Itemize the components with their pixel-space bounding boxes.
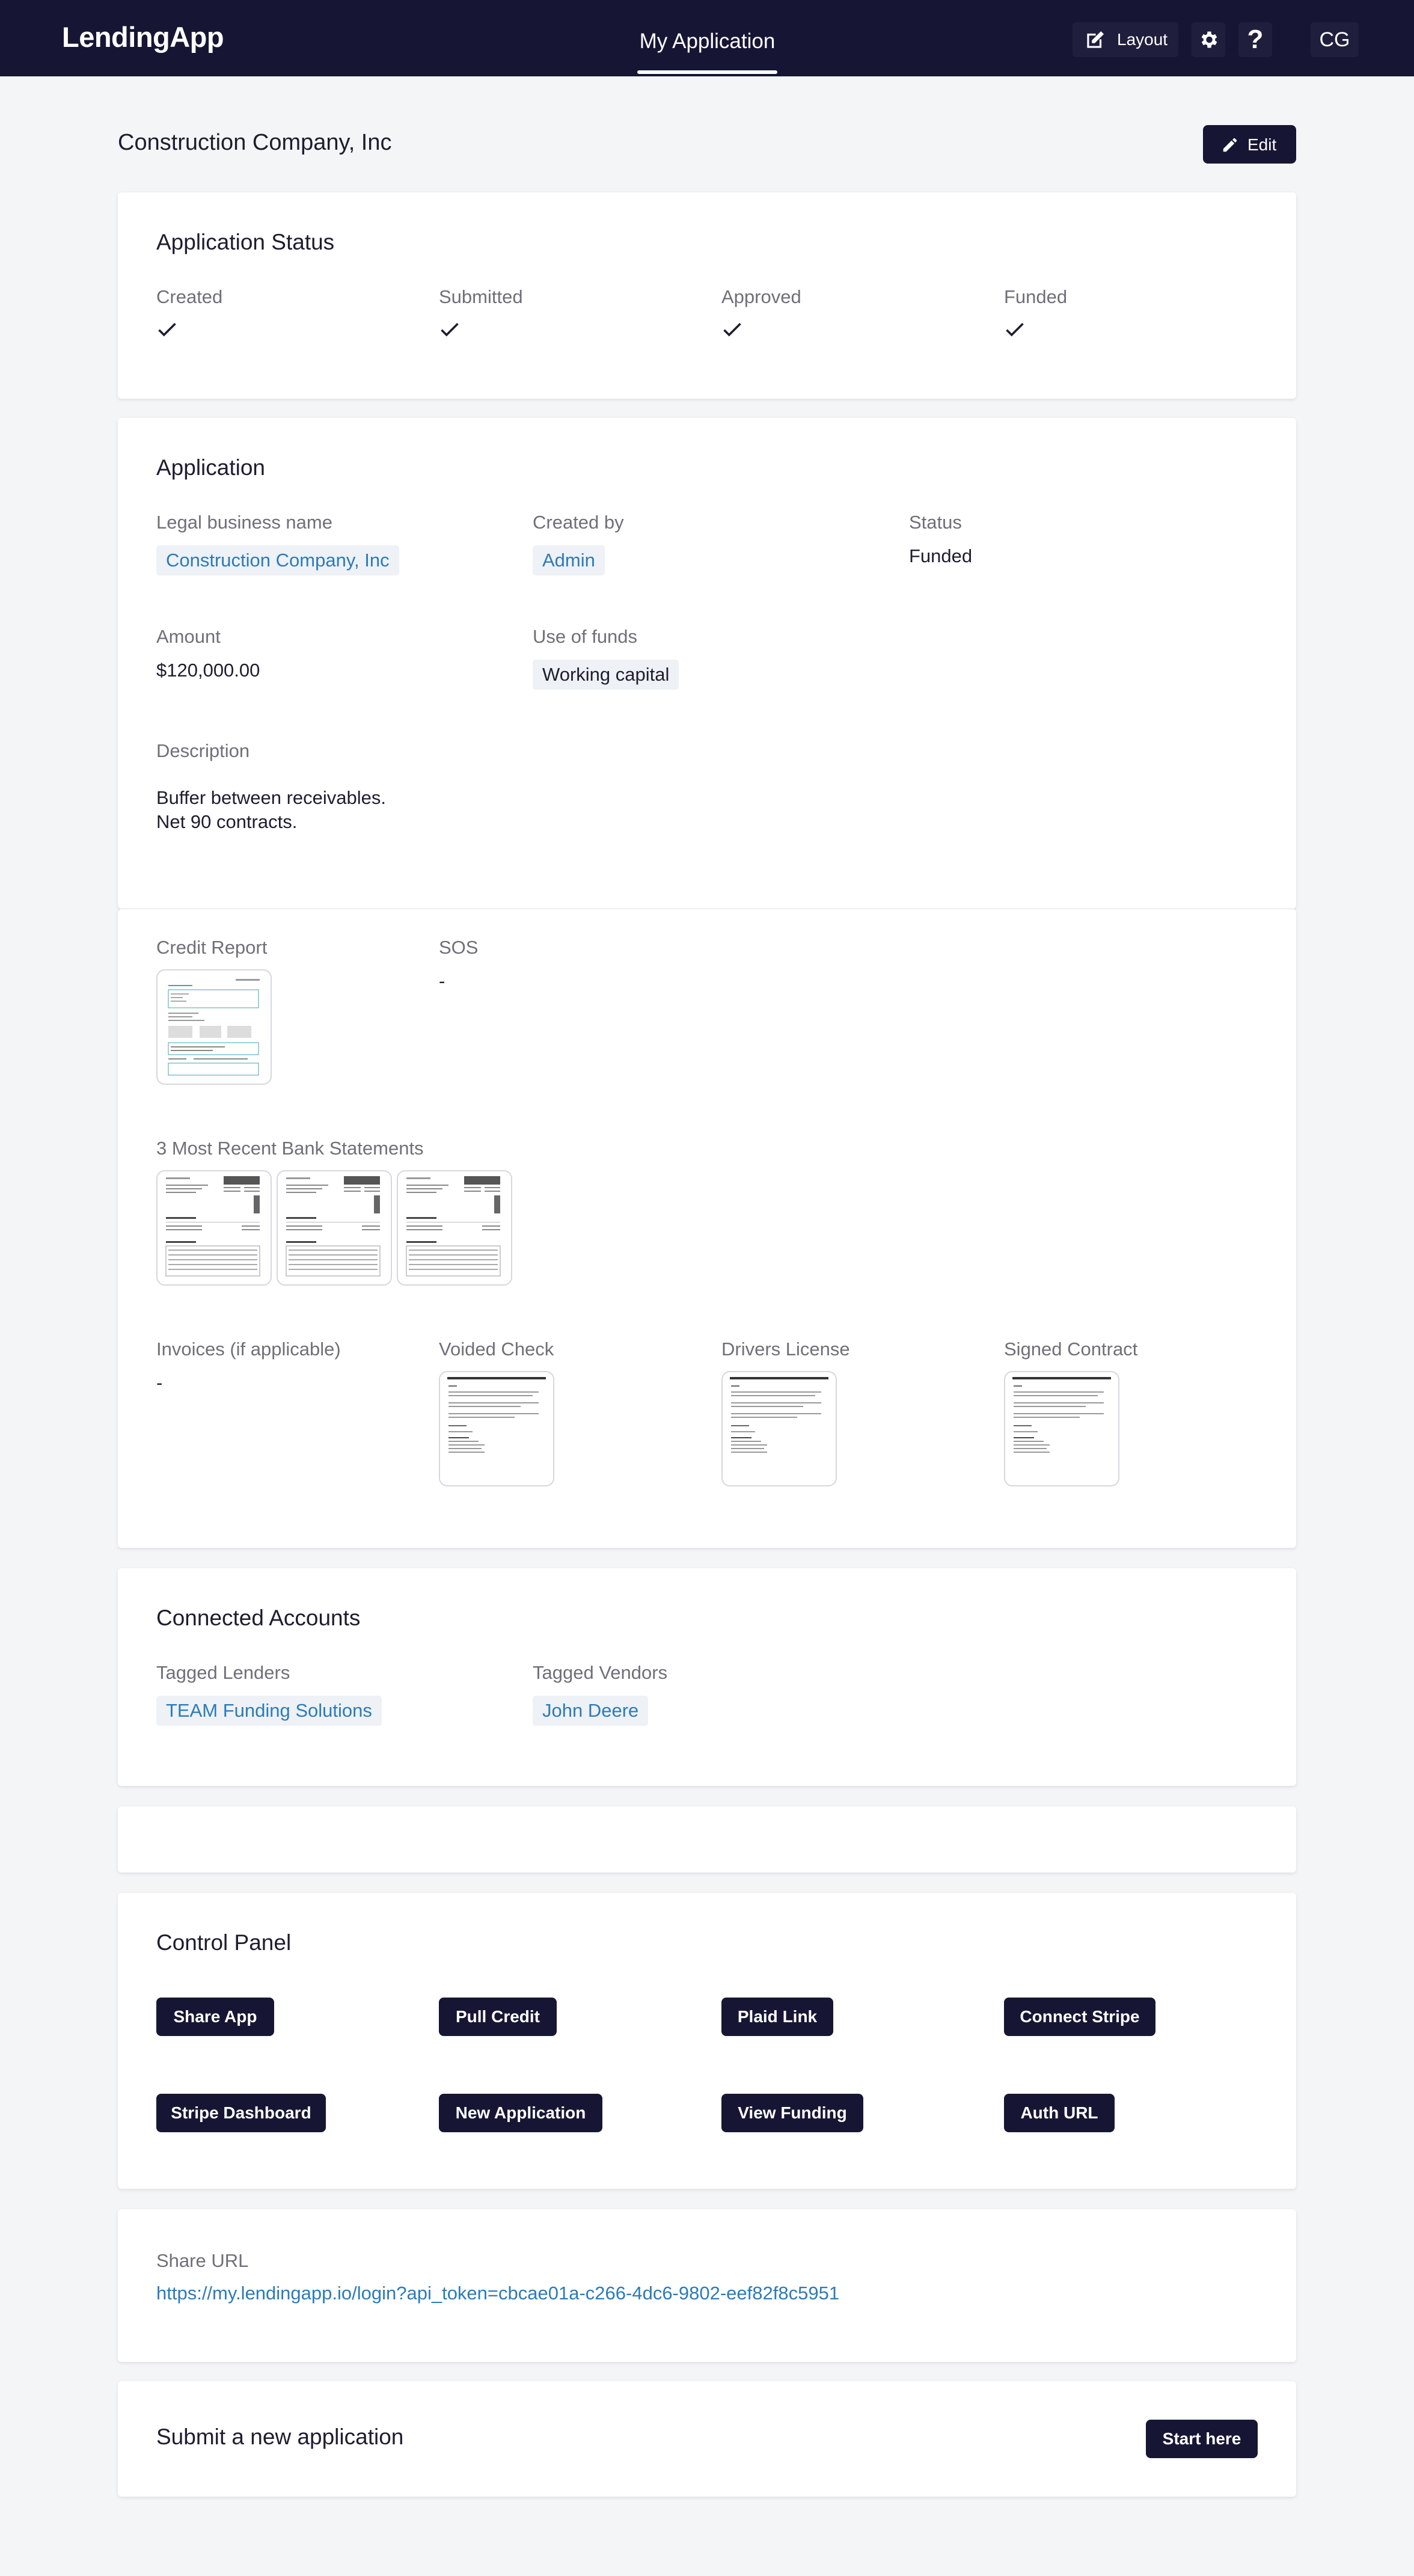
invoices-value: -	[156, 1372, 163, 1393]
sos-label: SOS	[439, 937, 479, 958]
created-by-chip[interactable]: Admin	[533, 545, 605, 575]
application-card: Application Legal business name Construc…	[118, 418, 1296, 909]
active-tab-indicator	[637, 70, 777, 74]
bank-statement-thumbnail[interactable]	[397, 1170, 512, 1286]
bank-statement-thumbnail[interactable]	[277, 1170, 392, 1286]
document-preview-icon	[447, 1377, 546, 1453]
tab-my-application[interactable]: My Application	[637, 0, 777, 76]
vendor-chip[interactable]: John Deere	[533, 1696, 649, 1726]
status-step-funded: Funded	[1004, 286, 1068, 307]
status-value: Funded	[909, 545, 973, 566]
pull-credit-button[interactable]: Pull Credit	[439, 1998, 557, 2036]
legal-name-chip[interactable]: Construction Company, Inc	[156, 545, 399, 575]
legal-name-label: Legal business name	[156, 512, 332, 533]
documents-card: Credit Report SOS - 3 Most Recent Bank S…	[118, 909, 1296, 1548]
credit-report-label: Credit Report	[156, 937, 268, 958]
check-icon	[158, 322, 176, 337]
control-panel-card: Control Panel Share App Pull Credit Plai…	[118, 1893, 1296, 2189]
document-preview-icon	[730, 1377, 828, 1453]
top-navbar: LendingApp My Application Layout ? CG	[0, 0, 1414, 76]
drivers-license-label: Drivers License	[721, 1339, 850, 1360]
status-label: Status	[909, 512, 962, 533]
layout-button-label: Layout	[1117, 30, 1168, 49]
connect-stripe-button[interactable]: Connect Stripe	[1004, 1998, 1155, 2036]
use-of-funds-chip: Working capital	[533, 660, 679, 690]
share-url-card: Share URL https://my.lendingapp.io/login…	[118, 2209, 1296, 2362]
status-step-approved: Approved	[721, 286, 801, 307]
signed-contract-thumbnail[interactable]	[1004, 1371, 1119, 1486]
lender-chip[interactable]: TEAM Funding Solutions	[156, 1696, 382, 1726]
credit-report-thumbnail[interactable]	[156, 969, 272, 1085]
bank-statements-label: 3 Most Recent Bank Statements	[156, 1138, 424, 1159]
application-card-title: Application	[156, 455, 266, 480]
tagged-lenders-label: Tagged Lenders	[156, 1662, 290, 1683]
description-line: Net 90 contracts.	[156, 811, 298, 832]
signed-contract-label: Signed Contract	[1004, 1339, 1138, 1360]
status-step-created: Created	[156, 286, 223, 307]
application-status-card: Application Status Created Submitted App…	[118, 192, 1296, 399]
auth-url-button[interactable]: Auth URL	[1004, 2094, 1115, 2132]
bank-statement-thumbnail[interactable]	[156, 1170, 272, 1286]
stripe-dashboard-button[interactable]: Stripe Dashboard	[156, 2094, 326, 2132]
share-url-label: Share URL	[156, 2250, 249, 2271]
user-avatar[interactable]: CG	[1311, 22, 1359, 57]
gear-icon	[1201, 31, 1217, 48]
amount-label: Amount	[156, 626, 221, 647]
drivers-license-thumbnail[interactable]	[721, 1371, 837, 1486]
document-preview-icon	[165, 1176, 260, 1277]
description-value: Buffer between receivables. Net 90 contr…	[156, 786, 386, 834]
share-app-button[interactable]: Share App	[156, 1998, 274, 2036]
empty-card	[118, 1806, 1296, 1872]
invoices-label: Invoices (if applicable)	[156, 1339, 341, 1360]
created-by-label: Created by	[533, 512, 624, 533]
pencil-icon	[1223, 138, 1237, 152]
tagged-vendors-label: Tagged Vendors	[533, 1662, 668, 1683]
layout-button[interactable]: Layout	[1073, 22, 1178, 57]
connected-accounts-title: Connected Accounts	[156, 1605, 361, 1630]
check-icon	[1006, 322, 1024, 337]
document-preview-icon	[406, 1176, 501, 1277]
voided-check-label: Voided Check	[439, 1339, 554, 1360]
control-panel-title: Control Panel	[156, 1930, 292, 1955]
check-icon	[441, 322, 459, 337]
view-funding-button[interactable]: View Funding	[721, 2094, 863, 2132]
app-logo[interactable]: LendingApp	[62, 20, 224, 54]
submit-application-card: Submit a new application Start here	[118, 2381, 1296, 2497]
document-preview-icon	[1012, 1377, 1111, 1453]
submit-application-title: Submit a new application	[156, 2424, 404, 2449]
voided-check-thumbnail[interactable]	[439, 1371, 554, 1486]
edit-square-icon	[1087, 31, 1104, 48]
help-button[interactable]: ?	[1238, 22, 1272, 57]
amount-value: $120,000.00	[156, 660, 260, 681]
use-of-funds-label: Use of funds	[533, 626, 638, 647]
edit-button[interactable]: Edit	[1203, 125, 1296, 164]
status-card-title: Application Status	[156, 230, 335, 254]
description-line: Buffer between receivables.	[156, 787, 386, 808]
edit-button-label: Edit	[1247, 135, 1277, 154]
connected-accounts-card: Connected Accounts Tagged Lenders TEAM F…	[118, 1568, 1296, 1786]
status-step-submitted: Submitted	[439, 286, 523, 307]
check-icon	[723, 322, 741, 337]
description-label: Description	[156, 740, 250, 761]
page-title: Construction Company, Inc	[118, 130, 392, 155]
document-preview-icon	[286, 1176, 381, 1277]
plaid-link-button[interactable]: Plaid Link	[721, 1998, 833, 2036]
share-url-link[interactable]: https://my.lendingapp.io/login?api_token…	[156, 2283, 839, 2304]
sos-value: -	[439, 971, 445, 992]
settings-button[interactable]	[1192, 22, 1225, 57]
new-application-button[interactable]: New Application	[439, 2094, 602, 2132]
start-here-button[interactable]: Start here	[1146, 2420, 1258, 2458]
document-preview-icon	[168, 979, 260, 1076]
